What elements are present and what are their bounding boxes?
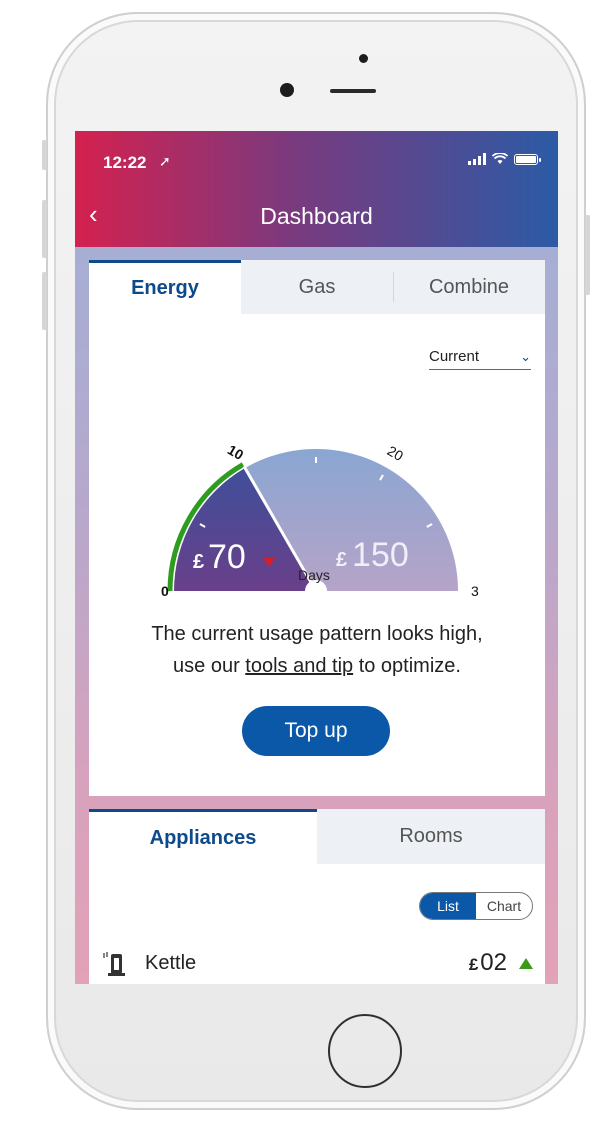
page-title: Dashboard [260,203,373,229]
kettle-icon [103,952,125,976]
front-camera [280,83,294,97]
appliance-name: Kettle [145,951,197,974]
status-icons [468,153,541,165]
list-view-button[interactable]: List [420,893,476,919]
list-item[interactable]: Kettle £02 [101,943,533,983]
power-button [585,215,590,295]
signal-icon [468,153,486,165]
gauge-axis-label: Days [298,567,330,583]
period-value: Current [429,348,480,365]
appliance-cost: £02 [468,949,507,976]
breakdown-tabs: Appliances Rooms [89,809,545,864]
home-button[interactable] [328,1014,402,1088]
volume-up-button [42,200,47,258]
status-time: 12:22 [103,153,147,172]
wifi-icon [492,153,508,164]
remaining-amount: 150 [352,536,409,574]
tick-label-10: 10 [225,441,247,463]
tab-gas[interactable]: Gas [241,260,393,314]
tick-label-20: 20 [385,442,407,464]
spent-currency: £ [193,551,204,573]
energy-card: Energy Gas Combine Current ⌄ 0 10 20 3 £… [89,260,545,796]
app-screen: 12:22 ➚ ‹ Dashboard Energy Gas Combine C… [75,131,558,984]
tab-rooms[interactable]: Rooms [317,809,545,864]
volume-down-button [42,272,47,330]
spent-amount: 70 [208,538,246,576]
tick-label-30: 30 [471,583,479,599]
header-bar: 12:22 ➚ ‹ Dashboard [75,131,558,247]
breakdown-card: Appliances Rooms List Chart Kettle £02 [89,809,545,984]
location-icon: ➚ [159,153,171,169]
period-dropdown[interactable]: Current ⌄ [429,348,531,370]
remaining-currency: £ [336,549,347,571]
mute-switch [42,140,47,170]
message-line-1: The current usage pattern looks high, [151,623,483,645]
earpiece-speaker [330,89,376,93]
tab-appliances[interactable]: Appliances [89,809,317,864]
fuel-tabs: Energy Gas Combine [89,260,545,314]
trend-up-icon [519,957,533,969]
top-up-button[interactable]: Top up [242,706,390,756]
tab-combine[interactable]: Combine [393,260,545,314]
chevron-down-icon: ⌄ [520,348,531,364]
proximity-sensor [359,54,368,63]
message-line-2: use our tools and tip to optimize. [173,655,461,677]
chart-view-button[interactable]: Chart [476,893,532,919]
tab-energy[interactable]: Energy [89,260,241,314]
tools-and-tip-link[interactable]: tools and tip [245,655,353,677]
view-toggle: List Chart [419,892,533,920]
usage-message: The current usage pattern looks high, us… [89,618,545,682]
tick-label-0: 0 [161,583,169,599]
battery-icon [514,153,541,165]
